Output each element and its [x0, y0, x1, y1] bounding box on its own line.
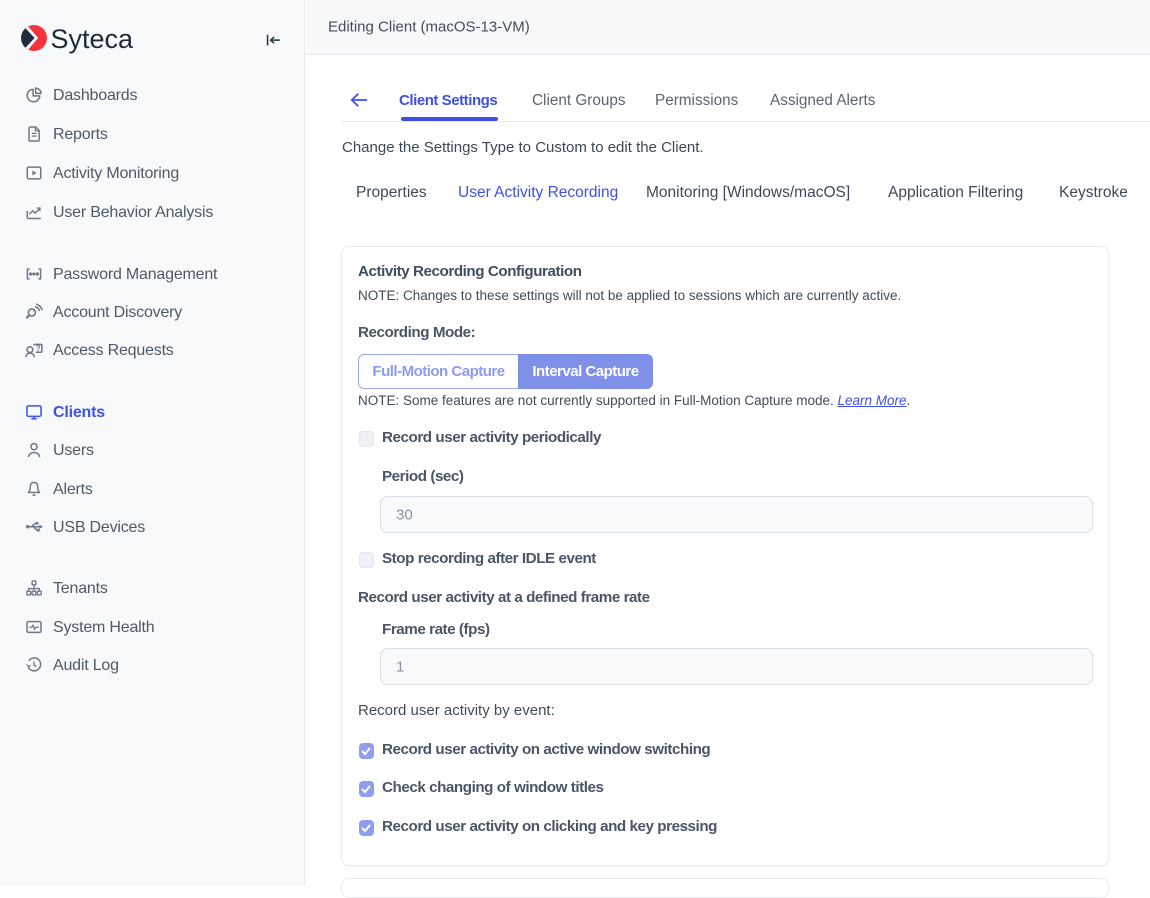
svg-text:?: ? — [36, 343, 41, 352]
